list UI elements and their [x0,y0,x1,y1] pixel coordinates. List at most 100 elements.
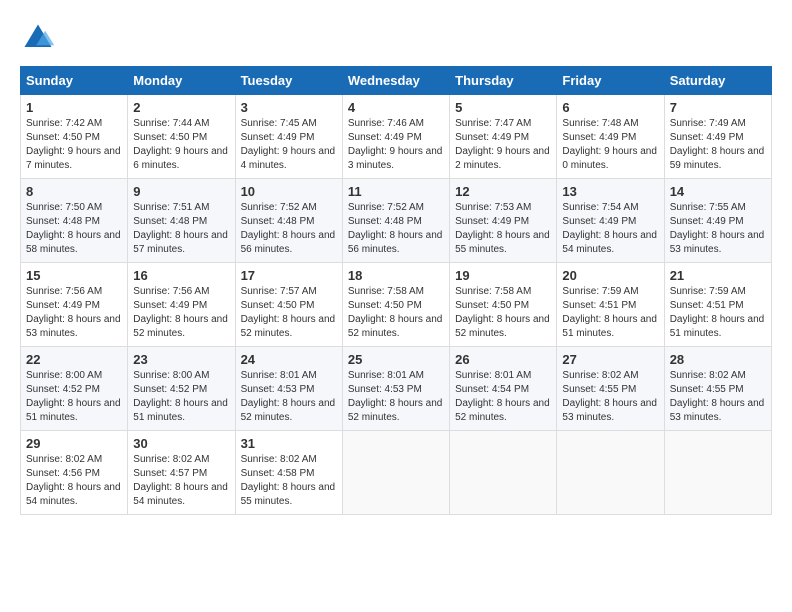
calendar-cell: 24 Sunrise: 8:01 AM Sunset: 4:53 PM Dayl… [235,347,342,431]
calendar-cell: 30 Sunrise: 8:02 AM Sunset: 4:57 PM Dayl… [128,431,235,515]
calendar-cell [342,431,449,515]
day-info: Sunrise: 7:56 AM Sunset: 4:49 PM Dayligh… [26,285,122,341]
daylight-label: Daylight: 8 hours and 56 minutes. [241,230,336,255]
weekday-header-sunday: Sunday [21,67,128,95]
day-info: Sunrise: 7:52 AM Sunset: 4:48 PM Dayligh… [241,201,337,257]
weekday-header-monday: Monday [128,67,235,95]
day-number: 11 [348,184,444,199]
day-number: 15 [26,268,122,283]
day-number: 27 [562,352,658,367]
day-info: Sunrise: 8:02 AM Sunset: 4:57 PM Dayligh… [133,453,229,509]
sunrise-label: Sunrise: 8:00 AM [26,370,102,381]
daylight-label: Daylight: 8 hours and 58 minutes. [26,230,121,255]
calendar-week-2: 8 Sunrise: 7:50 AM Sunset: 4:48 PM Dayli… [21,179,772,263]
day-info: Sunrise: 7:54 AM Sunset: 4:49 PM Dayligh… [562,201,658,257]
calendar-cell: 19 Sunrise: 7:58 AM Sunset: 4:50 PM Dayl… [450,263,557,347]
daylight-label: Daylight: 8 hours and 51 minutes. [562,314,657,339]
calendar-cell: 22 Sunrise: 8:00 AM Sunset: 4:52 PM Dayl… [21,347,128,431]
day-number: 26 [455,352,551,367]
day-info: Sunrise: 7:50 AM Sunset: 4:48 PM Dayligh… [26,201,122,257]
day-number: 8 [26,184,122,199]
sunrise-label: Sunrise: 7:56 AM [133,286,209,297]
daylight-label: Daylight: 8 hours and 53 minutes. [670,230,765,255]
day-number: 28 [670,352,766,367]
sunrise-label: Sunrise: 7:56 AM [26,286,102,297]
logo [20,20,62,56]
sunrise-label: Sunrise: 7:45 AM [241,118,317,129]
sunset-label: Sunset: 4:48 PM [133,216,207,227]
sunset-label: Sunset: 4:58 PM [241,468,315,479]
daylight-label: Daylight: 8 hours and 51 minutes. [26,398,121,423]
daylight-label: Daylight: 8 hours and 52 minutes. [455,398,550,423]
sunset-label: Sunset: 4:55 PM [562,384,636,395]
calendar-cell: 14 Sunrise: 7:55 AM Sunset: 4:49 PM Dayl… [664,179,771,263]
day-info: Sunrise: 7:53 AM Sunset: 4:49 PM Dayligh… [455,201,551,257]
calendar-cell: 12 Sunrise: 7:53 AM Sunset: 4:49 PM Dayl… [450,179,557,263]
calendar-cell: 13 Sunrise: 7:54 AM Sunset: 4:49 PM Dayl… [557,179,664,263]
sunrise-label: Sunrise: 8:02 AM [26,454,102,465]
sunset-label: Sunset: 4:48 PM [26,216,100,227]
day-info: Sunrise: 8:02 AM Sunset: 4:56 PM Dayligh… [26,453,122,509]
daylight-label: Daylight: 8 hours and 52 minutes. [133,314,228,339]
day-number: 2 [133,100,229,115]
daylight-label: Daylight: 8 hours and 53 minutes. [562,398,657,423]
calendar-week-5: 29 Sunrise: 8:02 AM Sunset: 4:56 PM Dayl… [21,431,772,515]
calendar-body: 1 Sunrise: 7:42 AM Sunset: 4:50 PM Dayli… [21,95,772,515]
sunrise-label: Sunrise: 8:01 AM [241,370,317,381]
day-number: 7 [670,100,766,115]
daylight-label: Daylight: 9 hours and 2 minutes. [455,146,550,171]
day-info: Sunrise: 7:51 AM Sunset: 4:48 PM Dayligh… [133,201,229,257]
sunset-label: Sunset: 4:49 PM [455,132,529,143]
calendar-cell: 9 Sunrise: 7:51 AM Sunset: 4:48 PM Dayli… [128,179,235,263]
calendar-cell: 28 Sunrise: 8:02 AM Sunset: 4:55 PM Dayl… [664,347,771,431]
calendar-cell: 4 Sunrise: 7:46 AM Sunset: 4:49 PM Dayli… [342,95,449,179]
calendar-cell: 26 Sunrise: 8:01 AM Sunset: 4:54 PM Dayl… [450,347,557,431]
weekday-header-friday: Friday [557,67,664,95]
daylight-label: Daylight: 8 hours and 52 minutes. [348,398,443,423]
calendar-table: SundayMondayTuesdayWednesdayThursdayFrid… [20,66,772,515]
day-number: 25 [348,352,444,367]
sunset-label: Sunset: 4:50 PM [241,300,315,311]
day-number: 10 [241,184,337,199]
day-number: 14 [670,184,766,199]
day-number: 30 [133,436,229,451]
daylight-label: Daylight: 8 hours and 53 minutes. [670,398,765,423]
sunset-label: Sunset: 4:48 PM [348,216,422,227]
day-info: Sunrise: 7:57 AM Sunset: 4:50 PM Dayligh… [241,285,337,341]
day-info: Sunrise: 8:02 AM Sunset: 4:55 PM Dayligh… [562,369,658,425]
day-number: 12 [455,184,551,199]
sunrise-label: Sunrise: 7:44 AM [133,118,209,129]
sunrise-label: Sunrise: 7:48 AM [562,118,638,129]
daylight-label: Daylight: 8 hours and 54 minutes. [562,230,657,255]
daylight-label: Daylight: 9 hours and 3 minutes. [348,146,443,171]
calendar-cell: 17 Sunrise: 7:57 AM Sunset: 4:50 PM Dayl… [235,263,342,347]
sunset-label: Sunset: 4:57 PM [133,468,207,479]
day-number: 5 [455,100,551,115]
daylight-label: Daylight: 8 hours and 55 minutes. [455,230,550,255]
sunrise-label: Sunrise: 7:59 AM [670,286,746,297]
sunrise-label: Sunrise: 7:58 AM [348,286,424,297]
day-number: 29 [26,436,122,451]
weekday-header-tuesday: Tuesday [235,67,342,95]
day-number: 19 [455,268,551,283]
sunrise-label: Sunrise: 7:57 AM [241,286,317,297]
daylight-label: Daylight: 8 hours and 59 minutes. [670,146,765,171]
daylight-label: Daylight: 8 hours and 54 minutes. [26,482,121,507]
daylight-label: Daylight: 8 hours and 57 minutes. [133,230,228,255]
calendar-cell: 29 Sunrise: 8:02 AM Sunset: 4:56 PM Dayl… [21,431,128,515]
day-number: 9 [133,184,229,199]
daylight-label: Daylight: 8 hours and 52 minutes. [348,314,443,339]
daylight-label: Daylight: 8 hours and 52 minutes. [241,314,336,339]
calendar-cell [664,431,771,515]
sunset-label: Sunset: 4:49 PM [455,216,529,227]
daylight-label: Daylight: 9 hours and 0 minutes. [562,146,657,171]
day-number: 18 [348,268,444,283]
day-number: 24 [241,352,337,367]
day-info: Sunrise: 8:02 AM Sunset: 4:55 PM Dayligh… [670,369,766,425]
sunrise-label: Sunrise: 7:52 AM [348,202,424,213]
sunset-label: Sunset: 4:49 PM [26,300,100,311]
day-info: Sunrise: 7:48 AM Sunset: 4:49 PM Dayligh… [562,117,658,173]
sunset-label: Sunset: 4:48 PM [241,216,315,227]
day-info: Sunrise: 7:58 AM Sunset: 4:50 PM Dayligh… [455,285,551,341]
sunrise-label: Sunrise: 8:02 AM [670,370,746,381]
